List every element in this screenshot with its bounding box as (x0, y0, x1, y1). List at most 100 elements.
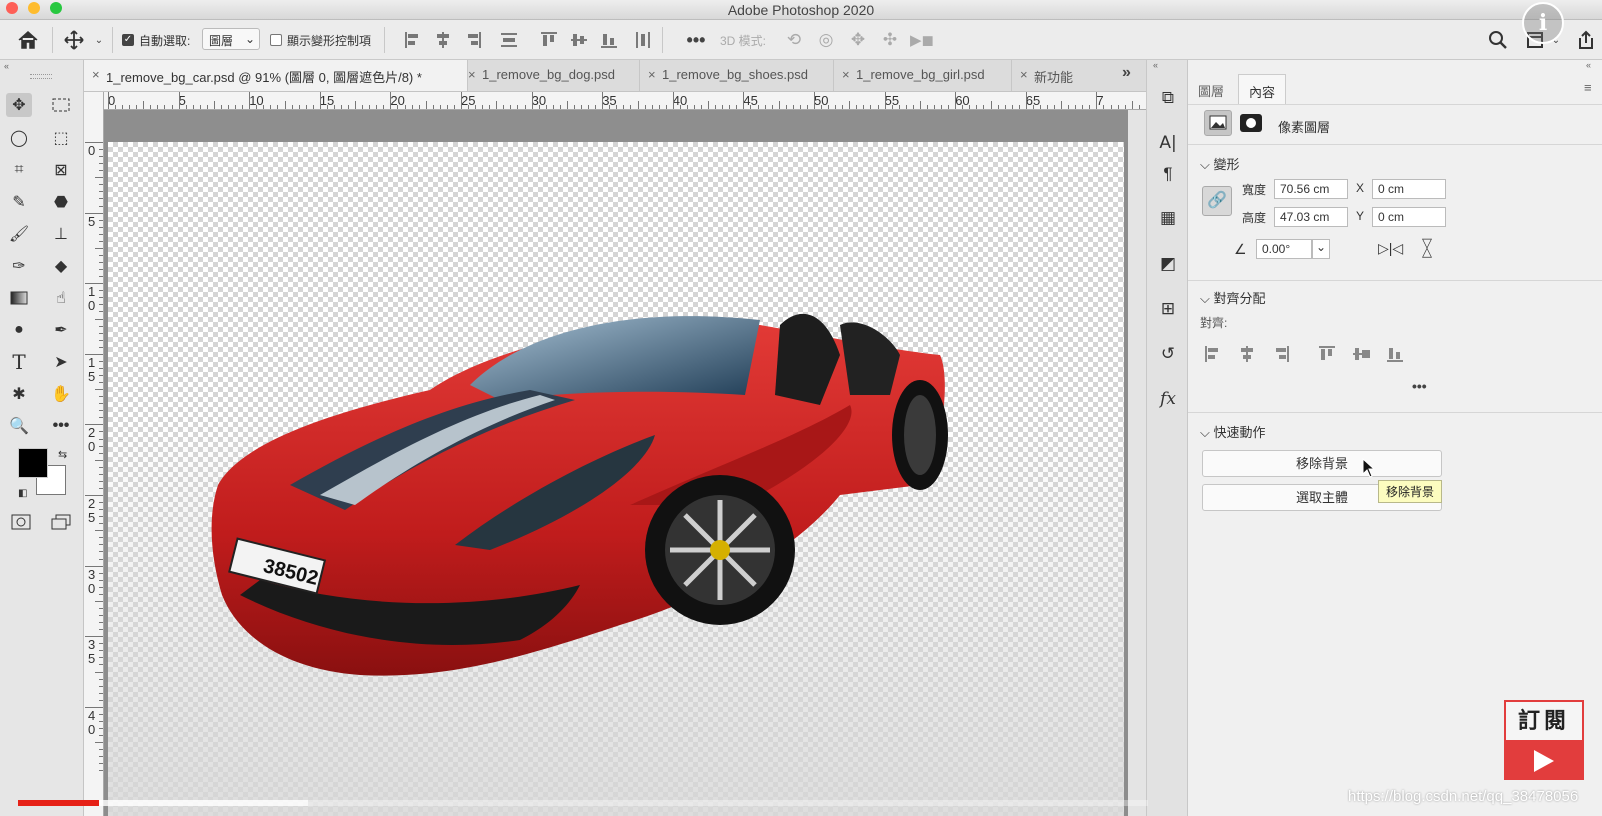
brush-tool-button[interactable]: 🖌 (6, 222, 32, 246)
expand-panel-icon[interactable]: « (1586, 60, 1591, 70)
tab-girl-psd[interactable]: × 1_remove_bg_girl.psd (834, 60, 1012, 91)
panel-align-right-icon[interactable] (1272, 345, 1290, 363)
dodge-tool-button[interactable]: ● (6, 318, 32, 342)
3d-orbit-icon[interactable]: ⟲ (782, 29, 806, 51)
eraser-tool-button[interactable]: ◆ (48, 254, 74, 278)
subscribe-badge[interactable]: 訂閱 (1504, 700, 1584, 780)
y-input[interactable]: 0 cm (1372, 207, 1446, 227)
angle-dropdown-icon[interactable]: ⌄ (1312, 239, 1330, 259)
type-tool-button[interactable]: T (6, 350, 32, 374)
home-icon[interactable] (14, 28, 42, 52)
eyedropper-tool-button[interactable]: ✎ (6, 190, 32, 214)
clone-stamp-tool-button[interactable]: ⊥ (48, 222, 74, 246)
align-horizontal-centers-icon[interactable] (434, 31, 452, 49)
close-tab-icon[interactable]: × (92, 67, 100, 82)
remove-background-button[interactable]: 移除背景 (1202, 450, 1442, 477)
more-options-icon[interactable]: ••• (684, 28, 708, 52)
marquee-tool-button[interactable] (48, 93, 74, 117)
distribute-horizontal-icon[interactable] (634, 31, 652, 49)
screen-mode-icon[interactable] (48, 510, 74, 534)
show-transform-checkbox[interactable] (270, 34, 282, 46)
tab-new-features[interactable]: × 新功能 (1012, 60, 1094, 91)
tab-shoes-psd[interactable]: × 1_remove_bg_shoes.psd (640, 60, 834, 91)
close-tab-icon[interactable]: × (842, 67, 850, 82)
x-input[interactable]: 0 cm (1372, 179, 1446, 199)
ruler-tick (362, 105, 364, 109)
collapse-tools-icon[interactable]: « (4, 61, 9, 71)
tab-layers[interactable]: 圖層 (1188, 74, 1234, 104)
quick-mask-icon[interactable] (8, 510, 34, 534)
zoom-tool-button[interactable]: 🔍 (6, 414, 32, 438)
transform-section-toggle[interactable]: ⌵ 變形 (1200, 154, 1240, 173)
align-more-icon[interactable]: ••• (1412, 378, 1427, 394)
align-left-edges-icon[interactable] (404, 31, 422, 49)
gradient-tool-button[interactable] (6, 286, 32, 310)
crop-tool-button[interactable]: ⌗ (6, 158, 32, 182)
panel-align-middle-icon[interactable] (1352, 345, 1370, 363)
spot-healing-tool-button[interactable]: ⬣ (48, 190, 74, 214)
move-tool-icon[interactable] (62, 28, 86, 52)
layer-select-dropdown[interactable]: 圖層 ⌄ (202, 28, 260, 50)
align-section-toggle[interactable]: ⌵ 對齊分配 (1200, 288, 1266, 307)
custom-shape-tool-button[interactable]: ✱ (6, 382, 32, 406)
align-vertical-centers-icon[interactable] (570, 31, 588, 49)
height-input[interactable]: 47.03 cm (1274, 207, 1348, 227)
lasso-tool-button[interactable]: ◯ (6, 126, 32, 150)
layer-mask-icon[interactable] (1240, 114, 1262, 132)
object-selection-tool-button[interactable]: ⬚ (48, 126, 74, 150)
tab-car-psd[interactable]: × 1_remove_bg_car.psd @ 91% (圖層 0, 圖層遮色片/… (84, 60, 468, 91)
quick-actions-toggle[interactable]: ⌵ 快速動作 (1200, 422, 1266, 441)
close-tab-icon[interactable]: × (1020, 67, 1028, 82)
auto-select-checkbox[interactable]: ✓ (122, 34, 134, 46)
pen-tool-button[interactable]: ✒ (48, 318, 74, 342)
angle-input[interactable]: 0.00° (1256, 239, 1312, 259)
align-top-edges-icon[interactable] (540, 31, 558, 49)
panel-align-top-icon[interactable] (1318, 345, 1336, 363)
align-right-edges-icon[interactable] (464, 31, 482, 49)
hand-tool-button[interactable]: ✋ (48, 382, 74, 406)
distribute-vertical-icon[interactable] (500, 31, 518, 49)
more-tabs-icon[interactable]: » (1122, 64, 1131, 82)
flip-vertical-icon[interactable]: ▽ △ (1422, 236, 1432, 258)
styles-panel-icon[interactable]: fx (1157, 388, 1179, 410)
pixel-layer-icon[interactable] (1204, 110, 1232, 136)
move-tool-button[interactable]: ✥ (6, 93, 32, 117)
3d-roll-icon[interactable]: ◎ (814, 29, 838, 51)
align-bottom-edges-icon[interactable] (600, 31, 618, 49)
tool-preset-chevron-icon[interactable]: ⌄ (92, 32, 106, 48)
history-panel-icon[interactable]: ↺ (1157, 343, 1179, 365)
share-icon[interactable] (1574, 28, 1598, 52)
character-panel-icon[interactable]: A| (1157, 132, 1179, 154)
swap-colors-icon[interactable]: ⇆ (58, 448, 67, 461)
3d-pan-icon[interactable]: ✥ (846, 29, 870, 51)
flip-horizontal-icon[interactable]: ▷|◁ (1378, 240, 1403, 257)
pattern-panel-icon[interactable]: ⊞ (1157, 298, 1179, 320)
panel-align-bottom-icon[interactable] (1386, 345, 1404, 363)
tools-grip[interactable] (30, 74, 52, 79)
table-panel-icon[interactable]: ▦ (1157, 207, 1179, 229)
default-colors-icon[interactable]: ◧ (18, 488, 27, 499)
paragraph-panel-icon[interactable]: ¶ (1157, 163, 1179, 185)
panel-menu-icon[interactable]: ≡ (1584, 80, 1592, 95)
path-selection-tool-button[interactable]: ➤ (48, 350, 74, 374)
search-icon[interactable] (1486, 28, 1510, 52)
gradient-panel-icon[interactable]: ◩ (1157, 253, 1179, 275)
smudge-tool-button[interactable]: ☝ (48, 286, 74, 310)
collapse-dock-icon[interactable]: « (1153, 60, 1158, 70)
close-tab-icon[interactable]: × (648, 67, 656, 82)
edit-toolbar-icon[interactable]: ••• (48, 414, 74, 438)
history-brush-tool-button[interactable]: ✑ (6, 254, 32, 278)
tab-properties[interactable]: 內容 (1238, 74, 1287, 104)
properties-panel-icon[interactable]: ⧉ (1157, 87, 1179, 109)
info-icon[interactable]: i (1522, 2, 1564, 44)
panel-align-center-icon[interactable] (1238, 345, 1256, 363)
foreground-color-swatch[interactable] (18, 448, 48, 478)
3d-camera-icon[interactable]: ▶◼ (910, 29, 934, 51)
close-tab-icon[interactable]: × (468, 67, 476, 82)
width-input[interactable]: 70.56 cm (1274, 179, 1348, 199)
tab-dog-psd[interactable]: × 1_remove_bg_dog.psd (460, 60, 640, 91)
panel-align-left-icon[interactable] (1204, 345, 1222, 363)
link-dimensions-icon[interactable]: 🔗 (1202, 186, 1232, 216)
3d-slide-icon[interactable]: ✣ (878, 29, 902, 51)
frame-tool-button[interactable]: ⊠ (48, 158, 74, 182)
